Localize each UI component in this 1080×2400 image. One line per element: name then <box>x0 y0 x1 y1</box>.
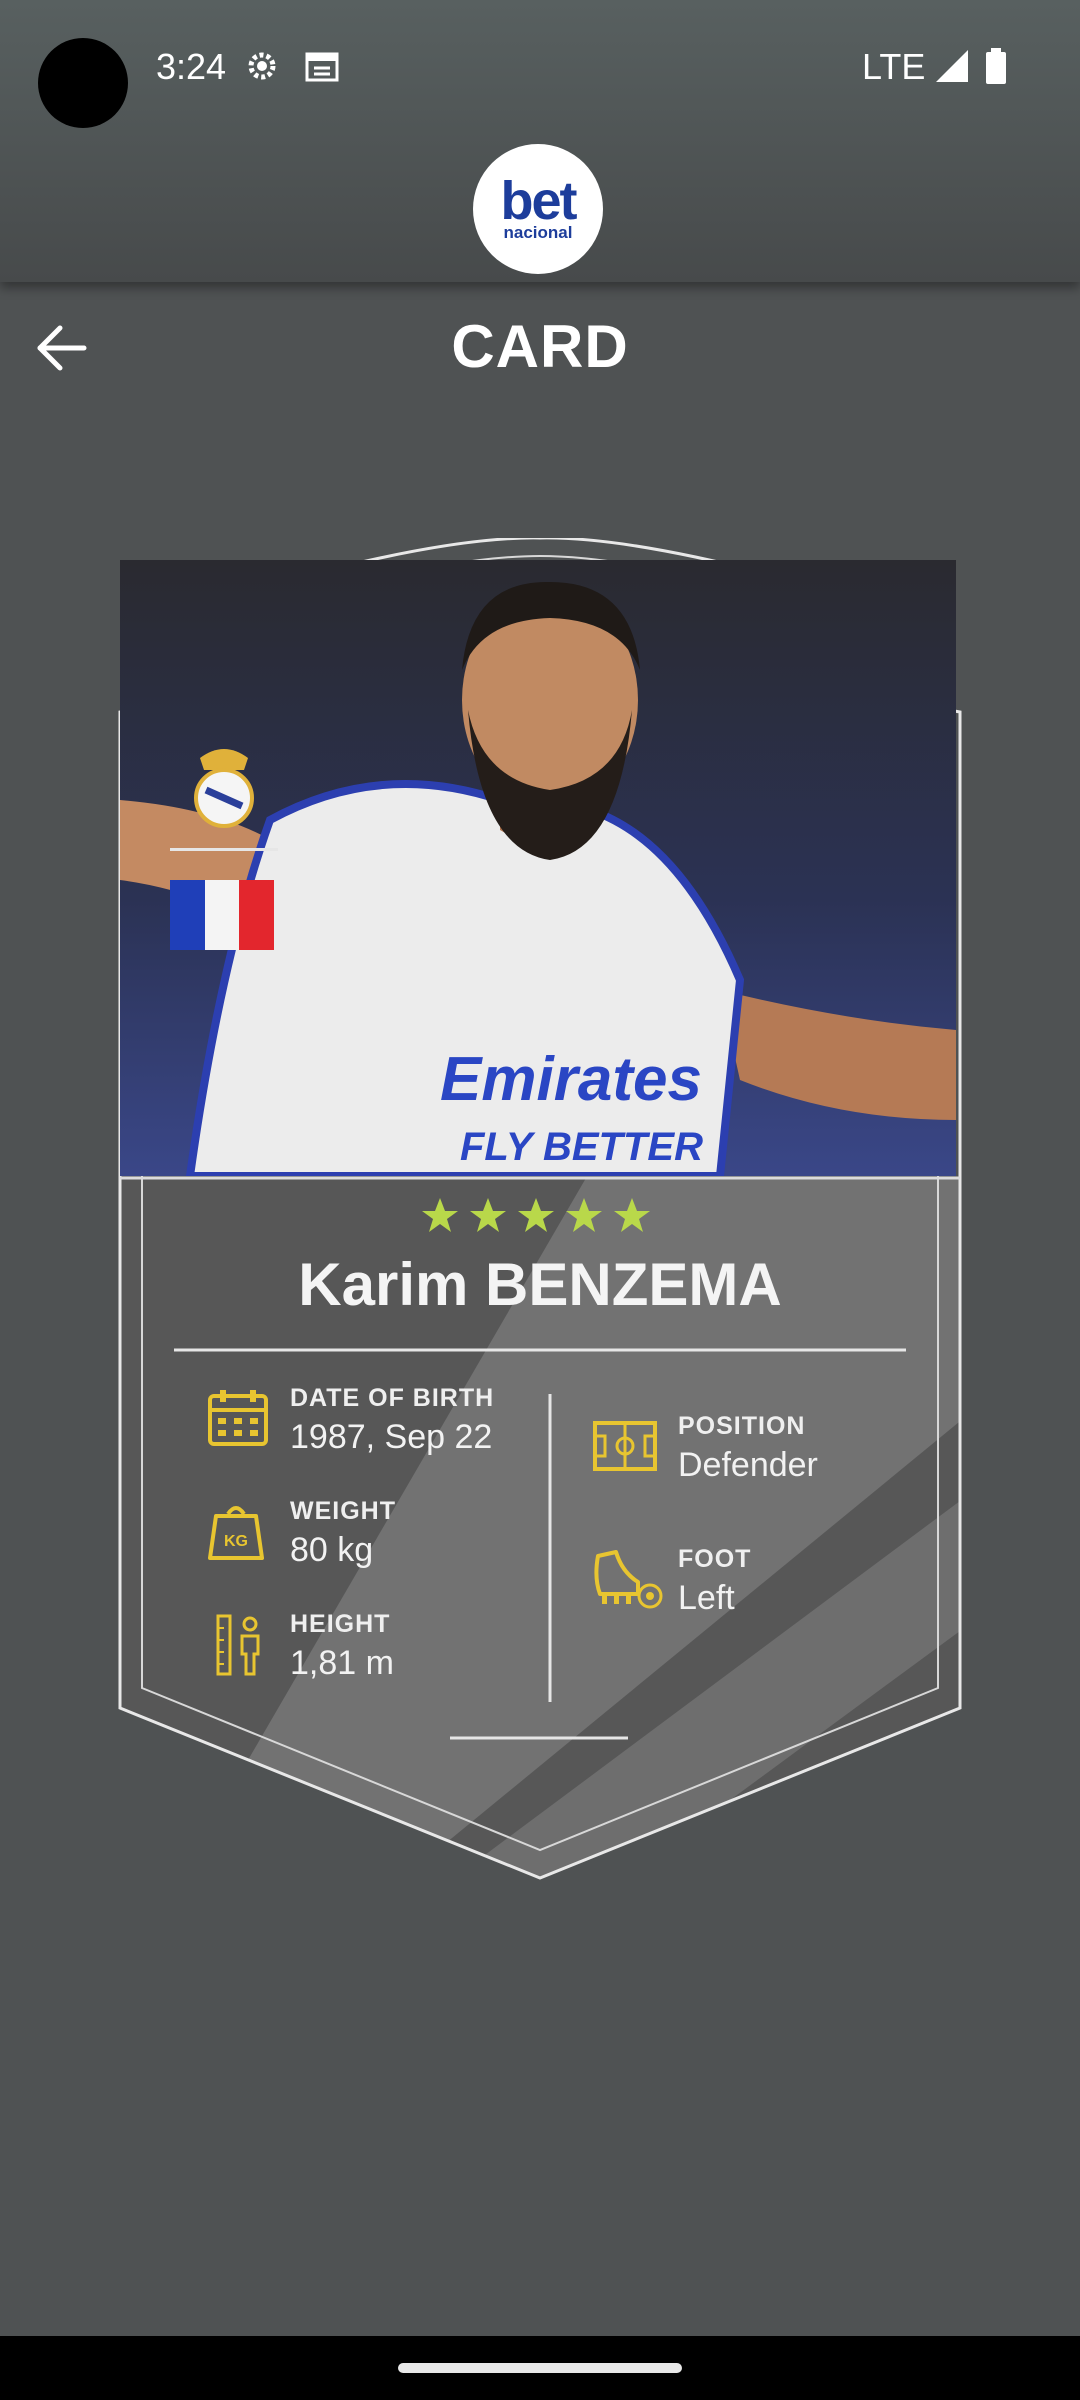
rating-stars <box>422 1198 650 1232</box>
position-value: Defender <box>678 1446 818 1484</box>
pitch-position-icon <box>593 1421 657 1471</box>
star-icon <box>470 1198 506 1232</box>
nationality-flag-icon <box>170 880 275 950</box>
height-value: 1,81 m <box>290 1644 394 1682</box>
svg-text:FLY BETTER: FLY BETTER <box>460 1125 703 1169</box>
svg-text:KG: KG <box>224 1533 248 1550</box>
calendar-icon <box>305 52 339 82</box>
dob-label: DATE OF BIRTH <box>290 1384 495 1412</box>
player-name: Karim BENZEMA <box>298 1251 782 1318</box>
star-icon <box>518 1198 554 1232</box>
home-gesture-handle[interactable] <box>398 2363 682 2373</box>
height-label: HEIGHT <box>290 1610 391 1638</box>
star-icon <box>614 1198 650 1232</box>
football-boot-icon <box>594 1550 663 1609</box>
signal-icon <box>936 50 968 82</box>
battery-icon <box>986 48 1006 84</box>
network-type: LTE <box>862 46 926 87</box>
camera-cutout <box>38 38 128 128</box>
settings-icon <box>248 52 276 80</box>
svg-text:Emirates: Emirates <box>440 1045 702 1114</box>
star-icon <box>422 1198 458 1232</box>
page-title: CARD <box>451 313 629 380</box>
weight-icon: KG <box>208 1506 264 1560</box>
dob-value: 1987, Sep 22 <box>290 1418 493 1456</box>
star-icon <box>566 1198 602 1232</box>
player-photo: Emirates FLY BETTER <box>120 560 956 1176</box>
position-label: POSITION <box>678 1412 806 1440</box>
foot-label: FOOT <box>678 1545 752 1573</box>
logo-main-text: bet <box>500 171 578 231</box>
foot-value: Left <box>678 1579 735 1617</box>
status-time: 3:24 <box>156 46 227 87</box>
crest-divider <box>170 848 278 851</box>
weight-label: WEIGHT <box>290 1497 396 1525</box>
birthdate-calendar-icon <box>208 1390 268 1446</box>
logo-sub-text: nacional <box>503 223 573 242</box>
brand-logo[interactable]: bet nacional <box>473 144 603 274</box>
club-crest-icon <box>194 749 254 828</box>
weight-value: 80 kg <box>290 1531 374 1569</box>
height-icon <box>216 1614 260 1676</box>
